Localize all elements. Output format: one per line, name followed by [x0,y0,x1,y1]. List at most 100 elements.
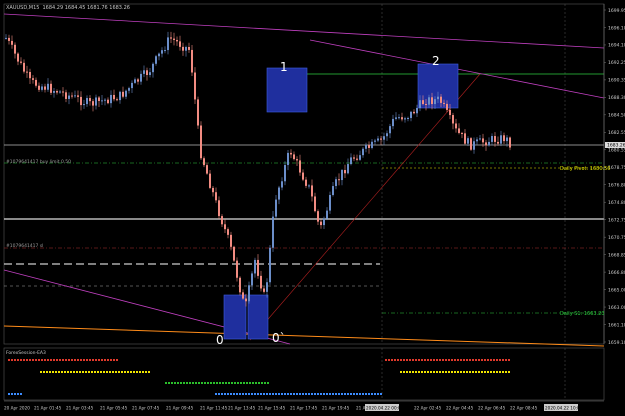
session-marker-red [20,359,22,361]
session-marker-yellow [85,371,87,373]
session-marker-yellow [55,371,57,373]
session-marker-green [210,382,212,384]
session-marker-green [243,382,245,384]
candle-body [80,96,82,106]
candle-body [272,216,274,248]
candle-body [419,100,421,108]
candle-body [431,97,433,105]
candle-body [302,172,304,180]
session-marker-blue [320,393,322,395]
box-1-label: 1 [280,60,288,74]
candle-body [125,90,127,97]
price-tick-label: 1678.75 [608,165,625,171]
session-marker-yellow [136,371,138,373]
session-marker-blue [17,393,19,395]
session-indicator-window[interactable] [3,347,605,401]
candle-body [167,37,169,51]
candle-body [221,216,223,225]
price-tick-label: 1699.95 [608,8,625,14]
session-marker-yellow [427,371,429,373]
candle-body [140,73,142,82]
candle-body [113,94,115,100]
candle-body [434,99,436,105]
session-marker-blue [308,393,310,395]
session-marker-blue [218,393,220,395]
candle-body [146,70,148,75]
session-marker-yellow [121,371,123,373]
session-marker-green [231,382,233,384]
session-marker-blue [338,393,340,395]
candle-body [56,91,58,93]
candle-body [329,195,331,211]
session-marker-blue [260,393,262,395]
session-marker-red [463,359,465,361]
candle-body [95,97,97,106]
box-0-label: 0 [216,333,224,347]
session-marker-yellow [94,371,96,373]
session-marker-yellow [487,371,489,373]
price-tick-label: 1674.80 [608,200,625,206]
candle-body [482,138,484,143]
candle-body [305,179,307,186]
session-marker-yellow [442,371,444,373]
session-marker-yellow [52,371,54,373]
candle-body [200,125,202,159]
candle-body [317,211,319,222]
session-marker-blue [368,393,370,395]
trading-chart[interactable]: XAUUSD,M15 1684.29 1684.45 1681.76 1683.2… [0,0,625,416]
session-marker-yellow [133,371,135,373]
candle-body [59,91,61,93]
session-marker-red [451,359,453,361]
candle-body [35,79,37,86]
candle-body [395,117,397,119]
session-marker-green [216,382,218,384]
session-marker-red [110,359,112,361]
candle-body [215,192,217,201]
candle-body [476,139,478,142]
session-marker-yellow [490,371,492,373]
candle-body [266,282,268,292]
candle-body [62,91,64,93]
session-marker-green [207,382,209,384]
price-tick-label: 1690.35 [608,78,625,84]
candle-body [173,38,175,40]
session-marker-red [454,359,456,361]
price-tick-label: 1688.30 [608,95,625,101]
session-marker-yellow [115,371,117,373]
candle-body [341,170,343,181]
candle-body [104,99,106,101]
session-marker-green [228,382,230,384]
session-marker-yellow [424,371,426,373]
candle-body [407,117,409,119]
session-marker-blue [245,393,247,395]
time-tick-label: 21 Apr 13:45 [228,406,256,411]
session-marker-yellow [430,371,432,373]
session-marker-yellow [67,371,69,373]
candle-body [32,78,34,80]
session-marker-red [430,359,432,361]
candle-body [422,100,424,105]
session-marker-blue [335,393,337,395]
session-marker-yellow [79,371,81,373]
session-marker-blue [371,393,373,395]
session-marker-blue [326,393,328,395]
candle-body [374,140,376,142]
session-marker-red [481,359,483,361]
price-tick-label: 1666.80 [608,270,625,276]
session-marker-green [249,382,251,384]
candle-body [65,92,67,99]
session-marker-yellow [70,371,72,373]
session-marker-red [65,359,67,361]
session-marker-yellow [142,371,144,373]
session-marker-yellow [478,371,480,373]
session-marker-green [177,382,179,384]
session-marker-yellow [73,371,75,373]
candle-body [443,102,445,104]
candle-body [194,72,196,100]
candle-body [137,79,139,82]
session-marker-blue [341,393,343,395]
chart-title: XAUUSD,M15 1684.29 1684.45 1681.76 1683.2… [6,5,130,11]
session-marker-yellow [439,371,441,373]
candle-body [71,95,73,97]
time-tick-label: 2020.04.22 10:00 [545,406,583,411]
